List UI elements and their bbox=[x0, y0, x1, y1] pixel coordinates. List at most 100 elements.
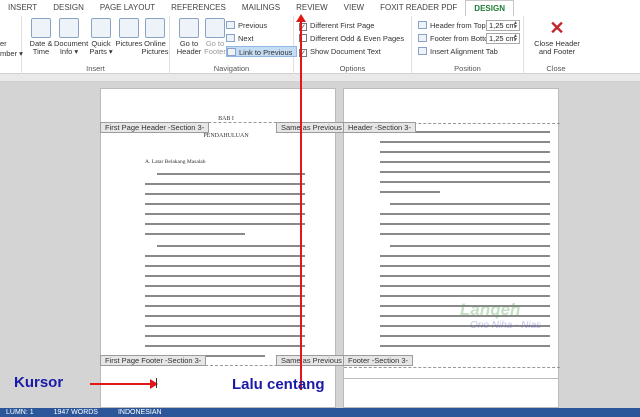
tab-header-footer-design[interactable]: DESIGN bbox=[465, 0, 514, 16]
body-text-line bbox=[145, 203, 305, 205]
group-label-position: Position bbox=[454, 64, 481, 73]
show-document-text-checkbox[interactable]: ✓ Show Document Text bbox=[299, 46, 381, 57]
footer-boundary-line bbox=[344, 367, 560, 368]
ribbon-group-options: ✓ Different First Page Different Odd & Ev… bbox=[294, 16, 412, 74]
document-page-next[interactable] bbox=[343, 378, 559, 408]
footer-from-bottom-input[interactable]: 1,25 cm ▲ ▼ bbox=[486, 33, 520, 44]
close-icon: ✕ bbox=[549, 18, 565, 38]
online-pictures-button[interactable]: Online Pictures bbox=[140, 18, 170, 56]
next-button[interactable]: Next bbox=[226, 33, 253, 44]
tab-references[interactable]: REFERENCES bbox=[163, 0, 234, 16]
ribbon-group-header-footer: er mber ▾ bbox=[0, 16, 23, 74]
group-label-navigation: Navigation bbox=[213, 64, 250, 73]
body-text-line bbox=[380, 275, 550, 277]
ribbon-group-position: Header from Top: 1,25 cm ▲ ▼ Footer from … bbox=[412, 16, 524, 74]
tab-foxit-reader-pdf[interactable]: FOXIT READER PDF bbox=[372, 0, 465, 16]
body-text-line bbox=[380, 161, 550, 163]
date-time-button[interactable]: Date & Time bbox=[26, 18, 56, 56]
close-header-footer-button[interactable]: ✕ Close Header and Footer bbox=[530, 18, 584, 56]
ribbon-group-insert: Date & Time Document Info ▾ Quick Parts … bbox=[22, 16, 170, 74]
body-text-line bbox=[380, 181, 550, 183]
next-icon bbox=[226, 34, 235, 42]
watermark-subtitle: Ono Niha - Nias bbox=[470, 320, 542, 331]
tab-design[interactable]: DESIGN bbox=[45, 0, 92, 16]
tab-page-layout[interactable]: PAGE LAYOUT bbox=[92, 0, 163, 16]
ribbon-tabs: INSERT DESIGN PAGE LAYOUT REFERENCES MAI… bbox=[0, 0, 640, 16]
group-label-insert: Insert bbox=[86, 64, 105, 73]
tab-insert[interactable]: INSERT bbox=[0, 0, 45, 16]
first-page-footer-tag: First Page Footer -Section 3- bbox=[100, 355, 207, 366]
horizontal-ruler bbox=[0, 74, 640, 82]
insert-alignment-tab-button[interactable]: Insert Alignment Tab bbox=[418, 46, 498, 57]
document-info-button[interactable]: Document Info ▾ bbox=[54, 18, 88, 56]
header-position-icon bbox=[418, 21, 427, 29]
body-text-line bbox=[380, 141, 550, 143]
body-text-line bbox=[157, 173, 305, 175]
online-picture-icon bbox=[145, 18, 165, 38]
first-page-header-tag: First Page Header -Section 3- bbox=[100, 122, 210, 133]
different-odd-even-checkbox[interactable]: Different Odd & Even Pages bbox=[299, 33, 404, 44]
body-text-line bbox=[380, 345, 550, 347]
body-text-line bbox=[157, 245, 305, 247]
document-info-icon bbox=[59, 18, 79, 38]
watermark-logo-text: Lanqeh bbox=[460, 300, 521, 319]
status-bar: LUMN: 1 1947 WORDS INDONESIAN bbox=[0, 408, 640, 417]
previous-button[interactable]: Previous bbox=[226, 20, 267, 31]
previous-icon bbox=[226, 21, 235, 29]
body-text-line bbox=[145, 315, 305, 317]
body-text-line bbox=[380, 265, 550, 267]
red-arrow-up-annotation bbox=[296, 14, 306, 390]
body-text-line bbox=[145, 265, 305, 267]
text-cursor bbox=[156, 378, 157, 388]
status-column[interactable]: LUMN: 1 bbox=[6, 408, 34, 417]
go-to-header-icon bbox=[179, 18, 199, 38]
footer-section-tag: Footer -Section 3- bbox=[343, 355, 414, 366]
body-text-line bbox=[380, 295, 550, 297]
body-text-line bbox=[380, 191, 440, 193]
body-text-line bbox=[380, 151, 550, 153]
body-text-line bbox=[380, 233, 550, 235]
ribbon-group-navigation: Go to Header Go to Footer Previous Next … bbox=[170, 16, 298, 74]
footer-from-bottom-label: Footer from Bottom: bbox=[418, 33, 497, 44]
link-icon bbox=[227, 48, 236, 56]
status-word-count[interactable]: 1947 WORDS bbox=[54, 408, 98, 417]
section-subheading: A. Latar Belakang Masalah bbox=[145, 159, 206, 165]
group-label-options: Options bbox=[339, 64, 366, 73]
tab-view[interactable]: VIEW bbox=[336, 0, 372, 16]
ribbon-group-close: ✕ Close Header and Footer Close bbox=[524, 16, 588, 74]
body-text-line bbox=[380, 171, 550, 173]
tab-mailings[interactable]: MAILINGS bbox=[234, 0, 288, 16]
body-text-line bbox=[145, 325, 305, 327]
go-to-footer-icon bbox=[205, 18, 225, 38]
annotation-kursor: Kursor bbox=[14, 374, 64, 391]
body-text-line bbox=[145, 255, 305, 257]
body-text-line bbox=[145, 305, 305, 307]
chapter-title: PENDAHULUAN bbox=[203, 133, 249, 139]
body-text-line bbox=[145, 183, 305, 185]
header-section-tag: Header -Section 3- bbox=[343, 122, 416, 133]
body-text-line bbox=[145, 233, 245, 235]
spinner-arrows-icon[interactable]: ▲ ▼ bbox=[513, 34, 518, 43]
header-from-top-input[interactable]: 1,25 cm ▲ ▼ bbox=[486, 20, 520, 31]
body-text-line bbox=[145, 345, 305, 347]
ribbon: er mber ▾ Date & Time Document Info ▾ Qu… bbox=[0, 16, 640, 74]
spinner-arrows-icon[interactable]: ▲ ▼ bbox=[513, 21, 518, 30]
calendar-icon bbox=[31, 18, 51, 38]
document-page-right[interactable] bbox=[343, 88, 560, 398]
alignment-tab-icon bbox=[418, 47, 427, 55]
different-first-page-checkbox[interactable]: ✓ Different First Page bbox=[299, 20, 374, 31]
body-text-line bbox=[380, 335, 550, 337]
body-text-line bbox=[145, 335, 305, 337]
body-text-line bbox=[145, 193, 305, 195]
same-as-previous-footer-tag: Same as Previous bbox=[276, 355, 347, 366]
quick-parts-button[interactable]: Quick Parts ▾ bbox=[86, 18, 116, 56]
page-number-dropdown[interactable]: mber ▾ bbox=[0, 48, 23, 59]
body-text-line bbox=[145, 223, 305, 225]
body-text-line bbox=[380, 255, 550, 257]
status-language[interactable]: INDONESIAN bbox=[118, 408, 162, 417]
quick-parts-icon bbox=[91, 18, 111, 38]
body-text-line bbox=[145, 213, 305, 215]
body-text-line bbox=[380, 285, 550, 287]
link-to-previous-button[interactable]: Link to Previous bbox=[226, 46, 298, 57]
body-text-line bbox=[380, 213, 550, 215]
